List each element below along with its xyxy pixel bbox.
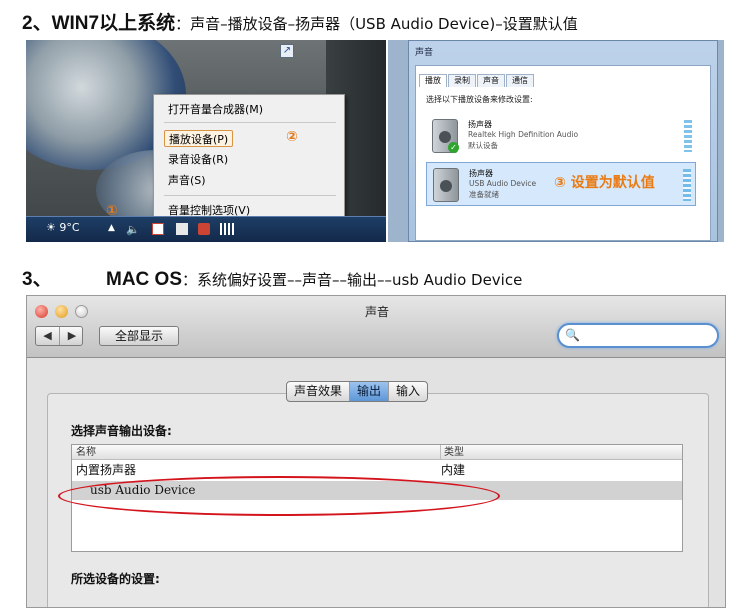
step-marker-2: ② [286, 129, 298, 145]
show-hidden-icons-icon[interactable]: ▲ [108, 223, 120, 235]
dialog-title: 声音 [415, 48, 434, 58]
network-icon[interactable] [176, 223, 188, 235]
section-heading-win7: 2、WIN7以上系统：声音–播放设备–扬声器（USB Audio Device)… [22, 8, 578, 35]
tab-output[interactable]: 输出 [349, 382, 389, 401]
set-default-label: 设置为默认值 [570, 175, 655, 191]
default-check-icon: ✓ [448, 142, 459, 153]
column-header-type[interactable]: 类型 [440, 445, 464, 460]
tab-communications[interactable]: 通信 [506, 74, 534, 87]
tab-segmented-control: 声音效果 输出 输入 [286, 381, 429, 402]
dialog-tabs: 播放 录制 声音 通信 [419, 68, 535, 87]
level-meter [683, 169, 691, 201]
dialog-instruction: 选择以下播放设备来修改设置: [426, 95, 533, 104]
tray-app-icon[interactable] [198, 223, 210, 235]
flag-icon[interactable] [152, 223, 164, 235]
highlight-ellipse [58, 476, 500, 516]
window-toolbar: 声音 ◀ ▶ 全部显示 🔍 [27, 296, 725, 358]
column-header-name[interactable]: 名称 [76, 445, 96, 460]
show-all-button[interactable]: 全部显示 [99, 326, 179, 346]
weather-readout: ☀ 9°C [46, 221, 80, 234]
taskbar: ☀ 9°C ▲ 🔈 [26, 216, 386, 242]
nav-buttons: ◀ ▶ [35, 326, 83, 346]
speaker-device-icon [433, 168, 459, 202]
weather-temp: 9°C [59, 221, 80, 234]
device-status: 准备就绪 [469, 190, 499, 199]
back-button[interactable]: ◀ [36, 327, 60, 345]
menu-item-sounds[interactable]: 声音(S) [164, 172, 210, 189]
signal-icon[interactable] [220, 223, 236, 235]
dialog-body: 播放 录制 声音 通信 选择以下播放设备来修改设置: ✓ 扬声器 Realtek Hi… [415, 65, 711, 241]
volume-context-menu: 打开音量合成器(M) 播放设备(P) 录音设备(R) 声音(S) 音量控制选项(… [153, 94, 345, 224]
menu-item-playback-devices[interactable]: 播放设备(P) [164, 130, 234, 147]
section-subtitle: ：声音–播放设备–扬声器（USB Audio Device)–设置默认值 [175, 15, 578, 33]
table-header: 名称 类型 [72, 445, 682, 460]
section-number: 3、 [22, 269, 52, 290]
menu-item-volume-mixer[interactable]: 打开音量合成器(M) [164, 101, 267, 118]
section-title: 2、WIN7以上系统 [22, 13, 176, 34]
row-name: 内置扬声器 [76, 463, 137, 477]
mac-sound-preferences-window: 声音 ◀ ▶ 全部显示 🔍 选择声音输出设备: 名称 类型 内置扬声器 内建 u… [26, 295, 726, 608]
sound-dialog: 声音 播放 录制 声音 通信 选择以下播放设备来修改设置: ✓ 扬声器 Realtek… [408, 40, 718, 242]
menu-separator [164, 122, 336, 123]
device-realtek[interactable]: ✓ 扬声器 Realtek High Definition Audio 默认设备 [426, 114, 696, 158]
win7-sound-dialog-screenshot: 声音 播放 录制 声音 通信 选择以下播放设备来修改设置: ✓ 扬声器 Realtek… [388, 40, 724, 242]
tab-sounds[interactable]: 声音 [477, 74, 505, 87]
device-name: 扬声器 [469, 169, 493, 178]
search-box[interactable]: 🔍 [557, 323, 719, 348]
step-marker-3: ③ [554, 175, 566, 191]
win7-desktop-screenshot: ↗ 打开音量合成器(M) 播放设备(P) 录音设备(R) 声音(S) 音量控制选… [26, 40, 386, 242]
section-subtitle: ：系统偏好设置––声音––输出––usb Audio Device [182, 271, 523, 289]
selected-device-settings-label: 所选设备的设置: [71, 572, 160, 586]
tab-recording[interactable]: 录制 [448, 74, 476, 87]
set-default-annotation: ③ 设置为默认值 [554, 172, 655, 192]
device-name: 扬声器 [468, 120, 492, 129]
search-icon: 🔍 [565, 328, 580, 342]
device-driver: Realtek High Definition Audio [468, 130, 579, 139]
speaker-icon[interactable]: 🔈 [126, 223, 140, 236]
level-meter [684, 120, 692, 152]
device-status: 默认设备 [468, 141, 498, 150]
tab-playback[interactable]: 播放 [419, 74, 447, 87]
menu-separator [164, 195, 336, 196]
section-title: MAC OS [106, 269, 182, 290]
forward-button[interactable]: ▶ [60, 327, 84, 345]
device-driver: USB Audio Device [469, 179, 537, 188]
output-device-label: 选择声音输出设备: [71, 424, 172, 438]
section-heading-mac: 3、 MAC OS：系统偏好设置––声音––输出––usb Audio Devic… [22, 264, 522, 291]
search-input[interactable] [581, 327, 711, 344]
row-type: 内建 [441, 463, 466, 477]
tab-sound-effects[interactable]: 声音效果 [287, 382, 349, 401]
shortcut-arrow-icon[interactable]: ↗ [280, 44, 294, 58]
menu-item-recording-devices[interactable]: 录音设备(R) [164, 151, 232, 168]
tab-input[interactable]: 输入 [388, 382, 427, 401]
window-title: 声音 [364, 305, 389, 319]
